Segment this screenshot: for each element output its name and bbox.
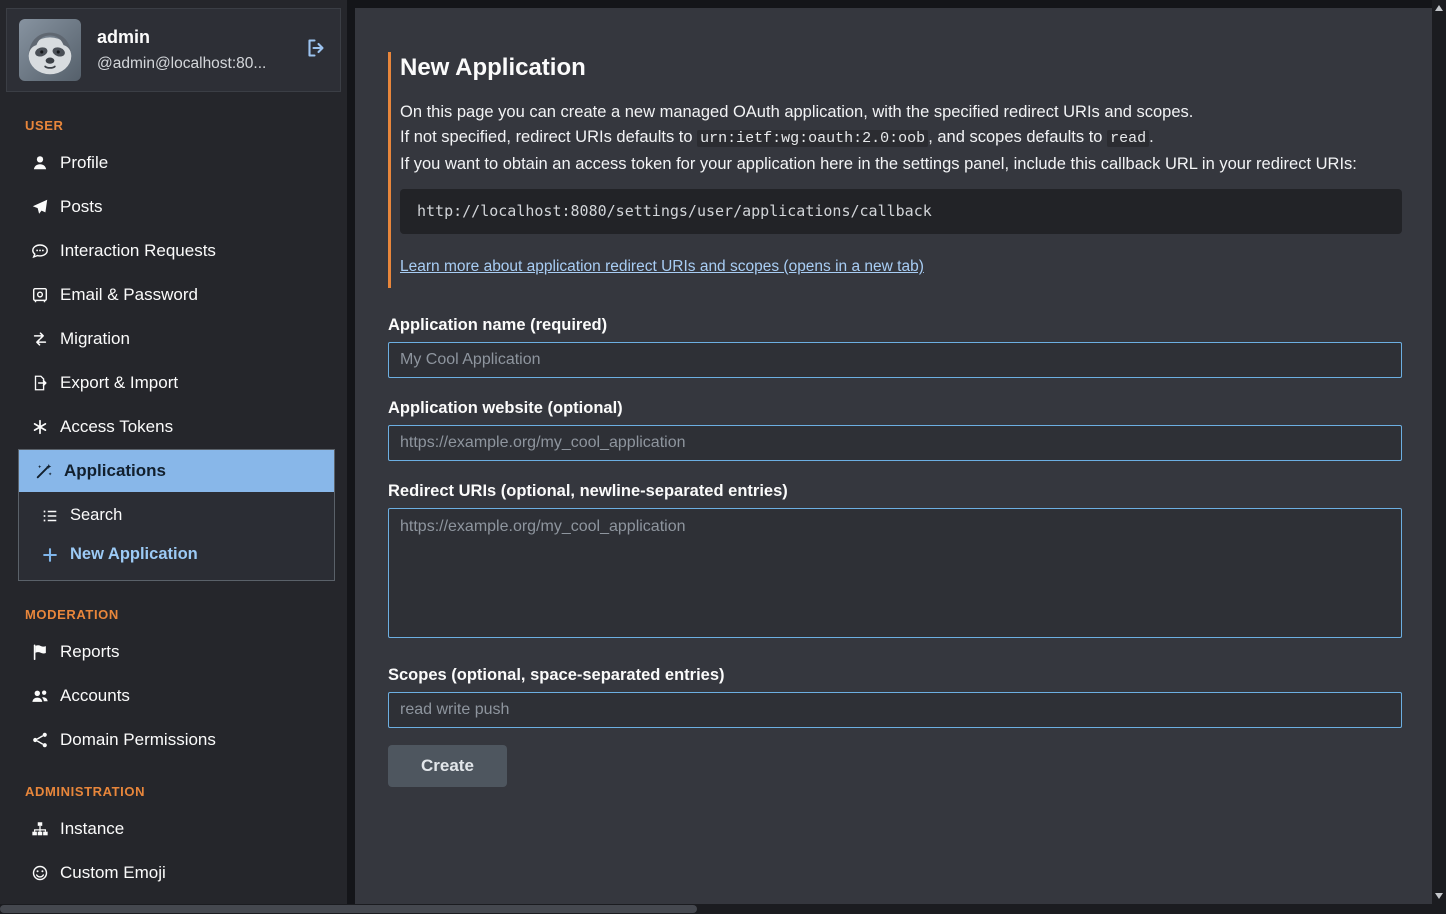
paper-plane-icon (31, 198, 49, 216)
sidebar-item-label: Profile (60, 153, 108, 173)
sidebar-item-actions[interactable]: Actions (0, 895, 347, 904)
oob-inline-code: urn:ietf:wg:oauth:2.0:oob (697, 130, 928, 147)
flag-icon (31, 643, 49, 661)
redirect-uris-textarea[interactable] (388, 508, 1402, 638)
user-icon (31, 154, 49, 172)
main-panel: New Application On this page you can cre… (355, 8, 1432, 904)
asterisk-icon (31, 418, 49, 436)
sidebar-item-label: Instance (60, 819, 124, 839)
smiley-icon (31, 864, 49, 882)
application-name-label: Application name (required) (388, 316, 1402, 335)
sidebar-item-new-application[interactable]: New Application (19, 535, 334, 574)
application-website-input[interactable] (388, 425, 1402, 461)
sidebar-item-label: Applications (64, 461, 166, 481)
learn-more-link[interactable]: Learn more about application redirect UR… (400, 258, 924, 275)
sidebar-item-reports[interactable]: Reports (0, 630, 347, 674)
sidebar-section-user: USER (0, 96, 347, 141)
sidebar-item-label: Email & Password (60, 285, 198, 305)
share-nodes-icon (31, 731, 49, 749)
sidebar-item-domain-permissions[interactable]: Domain Permissions (0, 718, 347, 762)
sidebar-item-export-import[interactable]: Export & Import (0, 361, 347, 405)
user-card: admin @admin@localhost:80... (6, 8, 341, 92)
user-handle: @admin@localhost:80... (97, 55, 284, 73)
sidebar-item-label: Reports (60, 642, 120, 662)
sidebar-item-posts[interactable]: Posts (0, 185, 347, 229)
sidebar-item-label: Search (70, 506, 122, 525)
plus-icon (41, 546, 59, 564)
page-title: New Application (400, 54, 1402, 82)
sidebar-item-label: Custom Emoji (60, 863, 166, 883)
sidebar-item-label: New Application (70, 545, 198, 564)
sloth-avatar (19, 19, 81, 81)
sidebar-item-profile[interactable]: Profile (0, 141, 347, 185)
new-application-info: New Application On this page you can cre… (388, 52, 1402, 288)
new-application-form: Application name (required) Application … (388, 316, 1402, 787)
horizontal-scrollbar-thumb[interactable] (0, 905, 697, 913)
applications-submenu: Search New Application (19, 492, 334, 580)
application-name-input[interactable] (388, 342, 1402, 378)
intro-text: If not specified, redirect URIs defaults… (400, 128, 697, 146)
sidebar-item-label: Accounts (60, 686, 130, 706)
sidebar-section-moderation: MODERATION (0, 585, 347, 630)
sidebar-item-label: Migration (60, 329, 130, 349)
sidebar-item-custom-emoji[interactable]: Custom Emoji (0, 851, 347, 895)
list-icon (41, 507, 59, 525)
sitemap-icon (31, 820, 49, 838)
scopes-input[interactable] (388, 692, 1402, 728)
scopes-label: Scopes (optional, space-separated entrie… (388, 666, 1402, 685)
vertical-scrollbar[interactable] (1432, 0, 1446, 904)
sidebar-section-administration: ADMINISTRATION (0, 762, 347, 807)
sidebar-item-email-password[interactable]: Email & Password (0, 273, 347, 317)
scroll-up-arrow-icon[interactable] (1435, 5, 1443, 11)
intro-line2: If not specified, redirect URIs defaults… (400, 125, 1402, 151)
sidebar-item-applications[interactable]: Applications (19, 450, 334, 492)
create-button[interactable]: Create (388, 745, 507, 787)
sidebar-item-migration[interactable]: Migration (0, 317, 347, 361)
user-name: admin (97, 27, 284, 48)
sidebar-item-applications-search[interactable]: Search (19, 496, 334, 535)
wand-sparkles-icon (35, 462, 53, 480)
sidebar-item-label: Posts (60, 197, 103, 217)
intro-line3: If you want to obtain an access token fo… (400, 152, 1402, 176)
redirect-uris-label: Redirect URIs (optional, newline-separat… (388, 482, 1402, 501)
user-meta: admin @admin@localhost:80... (97, 27, 284, 73)
sidebar-item-label: Access Tokens (60, 417, 173, 437)
intro-text: , and scopes defaults to (928, 128, 1107, 146)
sidebar-item-label: Interaction Requests (60, 241, 216, 261)
sidebar-item-access-tokens[interactable]: Access Tokens (0, 405, 347, 449)
settings-sidebar: admin @admin@localhost:80... USER Profil… (0, 0, 347, 904)
sidebar-item-interaction-requests[interactable]: Interaction Requests (0, 229, 347, 273)
sidebar-item-accounts[interactable]: Accounts (0, 674, 347, 718)
comment-icon (31, 242, 49, 260)
scroll-down-arrow-icon[interactable] (1435, 893, 1443, 899)
file-export-icon (31, 374, 49, 392)
callback-url-code-block: http://localhost:8080/settings/user/appl… (400, 189, 1402, 234)
applications-group: Applications Search New Application (18, 449, 335, 581)
sidebar-item-label: Domain Permissions (60, 730, 216, 750)
horizontal-scrollbar[interactable] (0, 904, 1446, 914)
callback-url: http://localhost:8080/settings/user/appl… (417, 202, 932, 220)
intro-text: . (1149, 128, 1154, 146)
logout-icon[interactable] (304, 36, 328, 65)
sidebar-item-instance[interactable]: Instance (0, 807, 347, 851)
transfer-arrows-icon (31, 330, 49, 348)
intro-line1: On this page you can create a new manage… (400, 100, 1402, 124)
read-inline-code: read (1107, 130, 1149, 147)
sidebar-item-label: Export & Import (60, 373, 178, 393)
application-website-label: Application website (optional) (388, 399, 1402, 418)
vault-icon (31, 286, 49, 304)
users-icon (31, 687, 49, 705)
